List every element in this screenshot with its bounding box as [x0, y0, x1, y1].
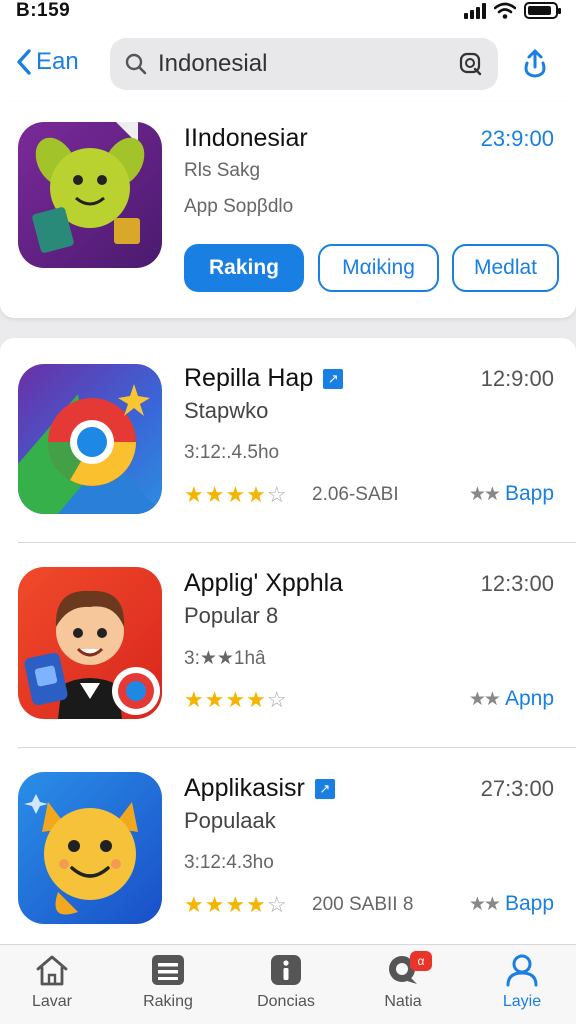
- mini-stars-icon: ★★: [468, 483, 501, 505]
- verified-icon: ↗: [314, 778, 335, 799]
- header: Ean Indonesial: [0, 26, 576, 102]
- rating-count: 200 SABII 8: [312, 894, 414, 915]
- info-icon: [271, 955, 301, 985]
- app-title: Applikasisr ↗: [184, 774, 335, 803]
- lens-icon[interactable]: [458, 51, 484, 77]
- tab-label: Raking: [143, 993, 193, 1010]
- status-time: B:159: [16, 0, 71, 21]
- tab-raking[interactable]: Raking: [113, 953, 223, 1011]
- app-time: 12:9:00: [480, 366, 554, 391]
- tab-label: Doncias: [257, 993, 315, 1010]
- status-icons: [464, 2, 561, 19]
- tab-label: Lavar: [31, 993, 73, 1010]
- star-rating: ★★★★☆: [184, 482, 288, 508]
- signal-icon: [464, 3, 486, 19]
- rating-count: 2.06-SABI: [312, 484, 399, 505]
- mini-stars-icon: ★★: [468, 893, 501, 915]
- tab-natia[interactable]: α Natia: [348, 951, 458, 1011]
- back-label: Ean: [36, 48, 79, 75]
- chevron-left-icon: [17, 49, 31, 75]
- tab-doncias[interactable]: Doncias: [231, 953, 341, 1011]
- app-subtitle: Stapwko: [184, 398, 269, 423]
- person-icon: [506, 954, 538, 987]
- stars-filled: ★★★★: [184, 687, 267, 712]
- search-icon: [125, 53, 147, 75]
- app-icon-character[interactable]: [18, 567, 162, 719]
- featured-app-title: IIndonesiar: [184, 124, 308, 152]
- notification-badge: α: [410, 951, 432, 971]
- stars-empty: ☆: [266, 482, 288, 507]
- list-item[interactable]: Repilla Hap ↗ 12:9:00 Stapwko 3:12:.4.5h…: [0, 338, 576, 543]
- tab-label: Layie: [502, 993, 542, 1010]
- featured-app-developer: Apр Sopβdlo: [184, 196, 294, 217]
- get-button[interactable]: ★★ Apnp: [469, 687, 554, 711]
- list-item[interactable]: Applikasisr ↗ 27:3:00 Populaak 3:12:4.3h…: [0, 748, 576, 948]
- star-rating: ★★★★☆: [184, 892, 288, 918]
- status-bar: B:159: [0, 0, 576, 26]
- verified-icon: ↗: [323, 368, 344, 389]
- stars-empty: ☆: [266, 892, 288, 917]
- tab-lavar[interactable]: Lavar: [0, 953, 107, 1011]
- wifi-icon: [494, 2, 516, 19]
- get-button[interactable]: ★★ Bapp: [469, 482, 554, 506]
- app-list: Repilla Hap ↗ 12:9:00 Stapwko 3:12:.4.5h…: [0, 338, 576, 948]
- featured-app-subtitle: Rls Sakg: [184, 160, 261, 181]
- list-icon: [152, 955, 184, 985]
- app-icon-chrome[interactable]: [18, 364, 162, 514]
- app-icon-smiley[interactable]: [18, 772, 162, 924]
- medlat-button[interactable]: Medlat: [452, 244, 559, 292]
- search-bar[interactable]: Indonesial: [110, 38, 498, 90]
- maiking-button[interactable]: Mαiking: [318, 244, 439, 292]
- stars-filled: ★★★★: [184, 482, 267, 507]
- tab-label: Natia: [384, 993, 422, 1010]
- list-item[interactable]: Applig' Xpphla 12:3:00 Popular 8 3:★★1hâ…: [0, 543, 576, 748]
- tab-bar: Lavar Raking Doncias α Natia Layie: [0, 944, 576, 1024]
- mini-stars-icon: ★★: [468, 688, 501, 710]
- back-button[interactable]: Ean: [16, 48, 79, 76]
- share-icon: [524, 49, 546, 78]
- app-time: 27:3:00: [480, 776, 554, 801]
- home-icon: [36, 955, 68, 986]
- app-meta: 3:12:.4.5ho: [184, 442, 280, 463]
- get-button[interactable]: ★★ Bapp: [469, 892, 554, 916]
- app-time: 12:3:00: [480, 571, 554, 596]
- featured-app-icon[interactable]: [18, 122, 162, 268]
- app-meta: 3:12:4.3ho: [184, 852, 274, 873]
- featured-app-card[interactable]: IIndonesiar 23:9:00 Rls Sakg Apр Sopβdlo…: [0, 102, 576, 318]
- star-rating: ★★★★☆: [184, 687, 288, 713]
- tab-layie[interactable]: Layie: [467, 953, 576, 1011]
- app-title: Applig' Xpphla: [184, 569, 344, 597]
- raking-button[interactable]: Raking: [184, 244, 304, 292]
- battery-icon: [524, 2, 561, 19]
- featured-app-time: 23:9:00: [480, 126, 554, 151]
- app-title: Repilla Hap ↗: [184, 364, 344, 393]
- battery-level: [528, 6, 552, 15]
- stars-filled: ★★★★: [184, 892, 267, 917]
- app-meta: 3:★★1hâ: [184, 648, 266, 669]
- app-subtitle: Populaak: [184, 808, 276, 833]
- search-input[interactable]: Indonesial: [148, 50, 458, 78]
- stars-empty: ☆: [266, 687, 288, 712]
- share-button[interactable]: [520, 48, 550, 85]
- app-subtitle: Popular 8: [184, 603, 279, 628]
